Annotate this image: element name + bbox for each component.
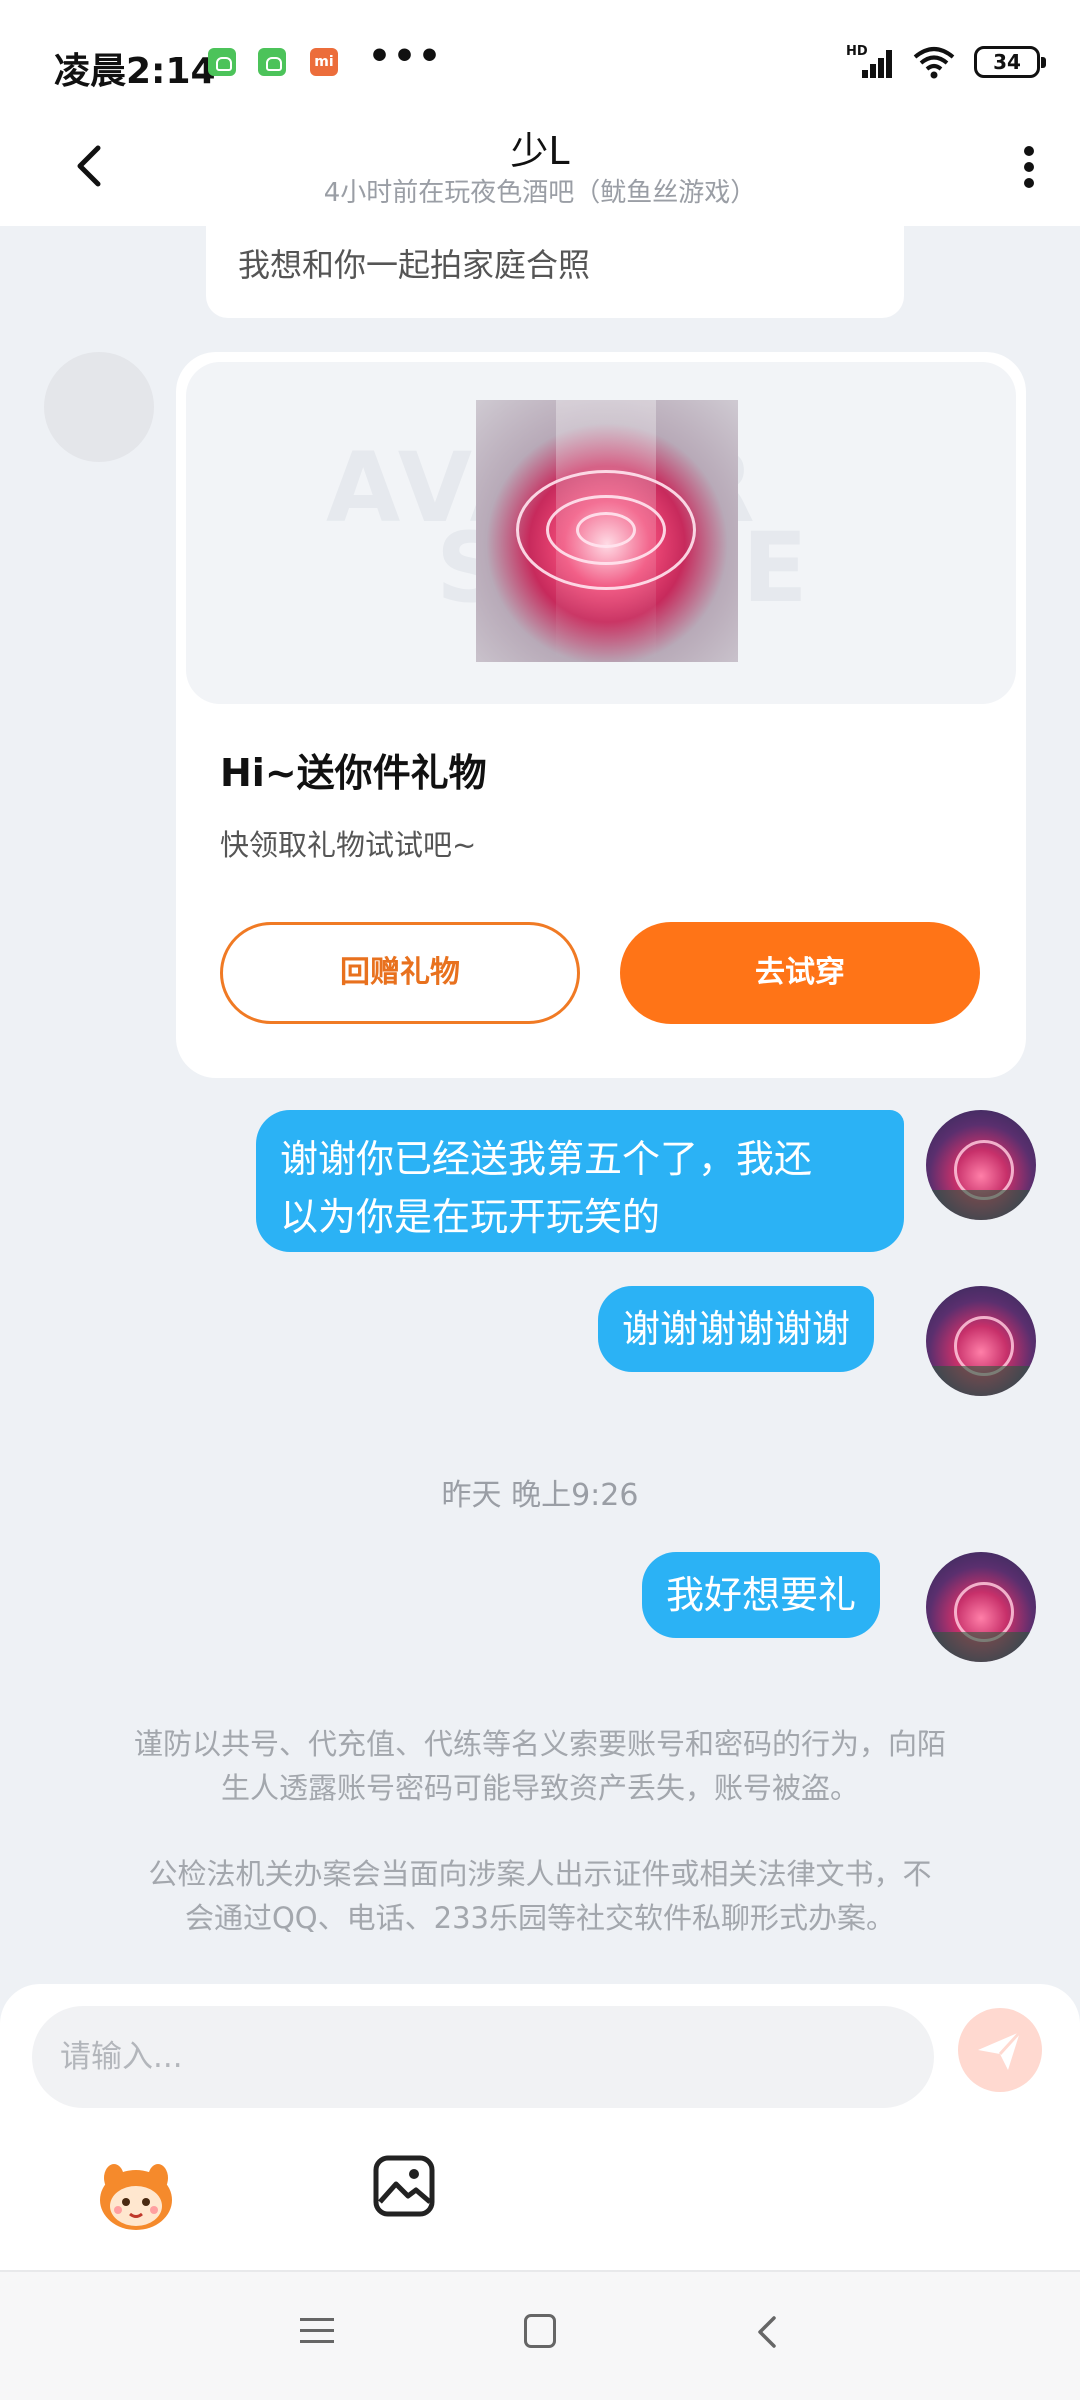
message-text-line: 谢谢你已经送我第五个了，我还 xyxy=(280,1137,813,1181)
recent-apps-icon[interactable] xyxy=(300,2314,334,2348)
message-timestamp: 昨天 晚上9:26 xyxy=(441,1478,639,1513)
partner-avatar[interactable] xyxy=(44,352,154,462)
status-indicators: HD 34 xyxy=(846,44,1046,80)
image-button[interactable] xyxy=(370,2152,438,2220)
received-message-bubble[interactable]: 我想和你一起拍家庭合照 xyxy=(206,226,904,318)
gift-card[interactable]: AVATAR STORE Hi~送你件礼物 快领取礼物试试吧~ 回赠礼物 去试穿 xyxy=(176,352,1026,1078)
app-notification-icon xyxy=(258,48,286,76)
sent-message-bubble[interactable]: 谢谢谢谢谢谢 xyxy=(598,1286,875,1372)
mi-notification-icon: mi xyxy=(310,48,338,76)
my-avatar[interactable] xyxy=(926,1552,1036,1662)
notice-line: 会通过QQ、电话、233乐园等社交软件私聊形式办案。 xyxy=(184,1901,895,1935)
safety-notice: 公检法机关办案会当面向涉案人出示证件或相关法律文书，不 会通过QQ、电话、233… xyxy=(80,1852,1000,1940)
more-notifications-icon: ••• xyxy=(368,36,444,77)
return-gift-button[interactable]: 回赠礼物 xyxy=(220,922,580,1024)
system-navigation-bar xyxy=(0,2270,1080,2400)
wifi-icon xyxy=(912,45,956,79)
home-icon[interactable] xyxy=(524,2314,556,2348)
message-text: 我好想要礼 xyxy=(666,1573,857,1617)
safety-notice: 谨防以共号、代充值、代练等名义索要账号和密码的行为，向陌 生人透露账号密码可能导… xyxy=(80,1722,1000,1810)
sent-message-bubble[interactable]: 我好想要礼 xyxy=(642,1552,881,1638)
nav-back-icon[interactable] xyxy=(752,2314,782,2350)
chat-subtitle: 4小时前在玩夜色酒吧（鱿鱼丝游戏） xyxy=(323,178,757,208)
my-avatar[interactable] xyxy=(926,1286,1036,1396)
message-input[interactable] xyxy=(32,2006,934,2108)
gift-title: Hi~送你件礼物 xyxy=(220,751,487,795)
battery-icon: 34 xyxy=(974,46,1046,78)
send-icon xyxy=(978,2030,1022,2070)
message-text: 谢谢谢谢谢谢 xyxy=(622,1307,851,1351)
message-text-line: 以为你是在玩开玩笑的 xyxy=(280,1195,661,1239)
input-area xyxy=(0,1984,1080,2270)
signal-icon: HD xyxy=(846,44,894,80)
try-on-button[interactable]: 去试穿 xyxy=(620,922,980,1024)
gift-description: 快领取礼物试试吧~ xyxy=(220,828,477,862)
gift-preview: AVATAR STORE xyxy=(186,362,1016,704)
chat-title: 少L xyxy=(510,129,570,173)
mascot-emoji-icon xyxy=(100,2164,172,2230)
gift-item-image[interactable] xyxy=(476,400,738,662)
status-time: 凌晨2:14 xyxy=(54,51,216,92)
app-notification-icon xyxy=(208,48,236,76)
my-avatar[interactable] xyxy=(926,1110,1036,1220)
more-options-icon[interactable] xyxy=(1010,130,1050,200)
notice-line: 生人透露账号密码可能导致资产丢失，账号被盗。 xyxy=(220,1771,859,1805)
notice-line: 公检法机关办案会当面向涉案人出示证件或相关法律文书，不 xyxy=(148,1857,932,1891)
message-text: 我想和你一起拍家庭合照 xyxy=(238,246,591,284)
sent-message-bubble[interactable]: 谢谢你已经送我第五个了，我还 以为你是在玩开玩笑的 xyxy=(256,1110,904,1252)
image-icon xyxy=(373,2155,435,2217)
chat-header: 少L 4小时前在玩夜色酒吧（鱿鱼丝游戏） xyxy=(0,120,1080,226)
notice-line: 谨防以共号、代充值、代练等名义索要账号和密码的行为，向陌 xyxy=(133,1727,946,1761)
send-button[interactable] xyxy=(958,2008,1042,2092)
emoji-button[interactable] xyxy=(94,2156,178,2232)
network-label: HD xyxy=(846,44,868,59)
status-bar: 凌晨2:14 mi ••• HD 34 xyxy=(0,0,1080,120)
